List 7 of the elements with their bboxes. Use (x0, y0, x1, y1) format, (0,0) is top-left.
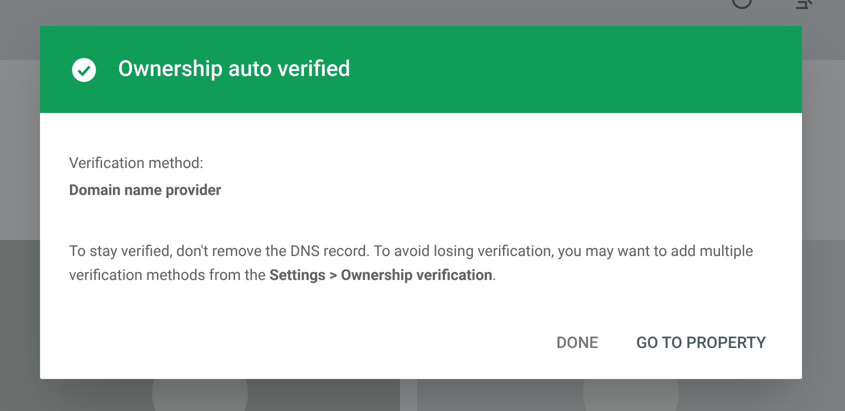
check-circle-icon (71, 56, 97, 82)
dialog-button[interactable]: DONE (542, 325, 612, 361)
dialog-button[interactable]: GO TO PROPERTY (622, 325, 780, 361)
method-value: Domain name provider (69, 180, 222, 200)
method-label: Verification method: (69, 153, 204, 174)
verification-note: To stay verified, don't remove the DNS record. To avoid losing verification, you may want to add multiple verification methods from the Settings > Ownership verification. (69, 241, 754, 286)
dialog-title: Ownership auto verified (118, 56, 350, 84)
